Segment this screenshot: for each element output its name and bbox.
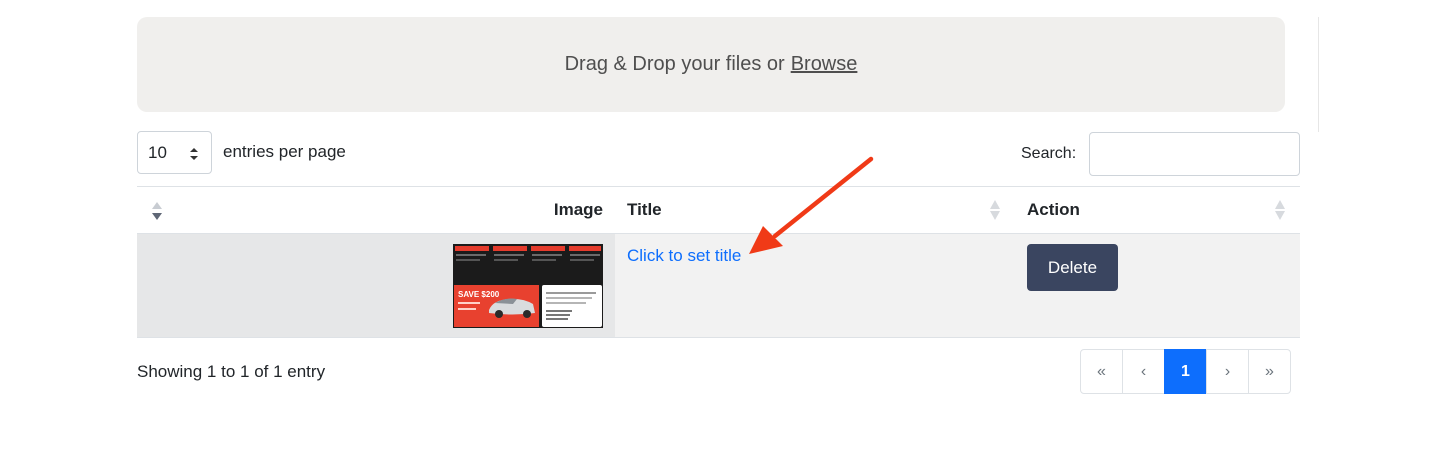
thumbnail-graphic: SAVE $200 [453,244,603,328]
set-title-link[interactable]: Click to set title [627,246,741,265]
column-header-action-label: Action [1027,200,1080,219]
image-cell: SAVE $200 [137,233,615,338]
divider-line [1318,17,1319,132]
column-header-title-label: Title [627,200,662,219]
annotation-arrow-icon [749,156,874,254]
sort-icon [152,202,162,220]
action-cell: Delete [1015,233,1300,338]
page-1-button[interactable]: 1 [1164,349,1207,394]
sort-icon [990,200,1000,220]
previous-page-button[interactable]: ‹ [1122,349,1165,394]
entries-per-page-select[interactable]: 10 [137,131,212,174]
sort-icon [1275,200,1285,220]
next-page-button[interactable]: › [1206,349,1249,394]
table-header-row: Image Title Action [137,186,1300,234]
select-arrows-icon [190,148,198,160]
delete-button[interactable]: Delete [1027,244,1118,291]
search-label: Search: [1021,145,1077,162]
browse-link[interactable]: Browse [791,53,858,76]
pagination: « ‹ 1 › » [1080,349,1291,394]
first-page-button[interactable]: « [1080,349,1123,394]
table-row: SAVE $200 Click to set title Delete [137,233,1300,338]
search-input[interactable] [1089,132,1300,176]
entries-per-page-label: entries per page [223,142,346,161]
svg-text:SAVE $200: SAVE $200 [458,290,500,299]
entries-summary: Showing 1 to 1 of 1 entry [137,362,326,381]
file-dropzone[interactable]: Drag & Drop your files or Browse [137,17,1285,112]
entries-select-value: 10 [148,142,167,162]
column-header-image[interactable]: Image [137,187,615,234]
file-thumbnail[interactable]: SAVE $200 [453,244,603,328]
dropzone-text: Drag & Drop your files or [564,53,785,75]
files-table: Image Title Action SAVE $200 Click to se… [137,186,1300,338]
last-page-button[interactable]: » [1248,349,1291,394]
column-header-action[interactable]: Action [1015,187,1300,234]
column-header-image-label: Image [553,200,603,219]
